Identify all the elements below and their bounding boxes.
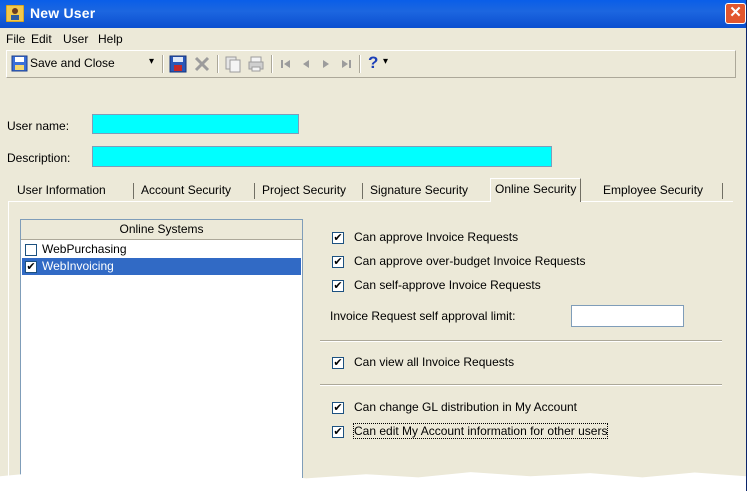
title-bar: New User ✕ (0, 0, 746, 28)
self-limit-label: Invoice Request self approval limit: (330, 309, 516, 323)
help-dropdown-icon[interactable]: ▾ (383, 56, 388, 67)
print-icon[interactable] (247, 54, 265, 74)
tab-project-security[interactable]: Project Security (258, 180, 350, 202)
tab-account-security[interactable]: Account Security (137, 180, 235, 202)
approve-label: Can approve Invoice Requests (354, 230, 519, 244)
save-and-close-button[interactable]: Save and Close ▾ (11, 54, 159, 74)
tab-online-security[interactable]: Online Security (490, 178, 582, 202)
tab-employee-security[interactable]: Employee Security (599, 180, 707, 202)
webpurchasing-label: WebPurchasing (42, 242, 127, 256)
edit-others-label: Can edit My Account information for othe… (352, 423, 609, 439)
chevron-down-icon[interactable]: ▾ (149, 56, 154, 67)
window-title: New User (30, 5, 96, 21)
online-systems-list[interactable]: Online Systems WebPurchasing ✔ WebInvoic… (20, 219, 303, 491)
user-name-input[interactable] (92, 114, 299, 134)
previous-record-icon[interactable] (298, 54, 314, 74)
menu-edit[interactable]: Edit (31, 32, 52, 46)
approve-checkbox[interactable]: ✔ (332, 232, 344, 244)
self-limit-input[interactable] (571, 305, 684, 327)
online-options: ✔ Can approve Invoice Requests ✔ Can app… (320, 219, 722, 491)
tab-signature-security[interactable]: Signature Security (366, 180, 472, 202)
toolbar: Save and Close ▾ ? ▾ (6, 50, 736, 78)
last-record-icon[interactable] (338, 54, 354, 74)
divider (320, 384, 722, 386)
change-gl-checkbox[interactable]: ✔ (332, 402, 344, 414)
save-icon[interactable] (169, 54, 187, 74)
menu-file[interactable]: File (6, 32, 25, 46)
first-record-icon[interactable] (278, 54, 294, 74)
online-systems-header: Online Systems (21, 220, 302, 240)
save-close-icon (11, 55, 28, 72)
view-all-checkbox[interactable]: ✔ (332, 357, 344, 369)
help-icon: ? (368, 53, 379, 72)
approve-over-budget-label: Can approve over-budget Invoice Requests (354, 254, 586, 268)
menu-help[interactable]: Help (98, 32, 123, 46)
delete-icon[interactable] (193, 54, 211, 74)
list-item-webpurchasing[interactable]: WebPurchasing (22, 241, 301, 258)
webinvoicing-label: WebInvoicing (42, 259, 114, 273)
webpurchasing-checkbox[interactable] (25, 244, 37, 256)
menu-bar: File Edit User Help (0, 28, 746, 48)
close-button[interactable]: ✕ (725, 3, 746, 24)
copy-icon[interactable] (224, 54, 242, 74)
description-input[interactable] (92, 146, 552, 167)
approve-over-budget-checkbox[interactable]: ✔ (332, 256, 344, 268)
help-button[interactable]: ? ▾ (366, 53, 396, 74)
edit-others-checkbox[interactable]: ✔ (332, 426, 344, 438)
menu-user[interactable]: User (63, 32, 88, 46)
user-app-icon (6, 5, 24, 22)
user-name-label: User name: (7, 119, 70, 133)
self-approve-checkbox[interactable]: ✔ (332, 280, 344, 292)
view-all-label: Can view all Invoice Requests (354, 355, 515, 369)
divider (320, 340, 722, 342)
list-item-webinvoicing[interactable]: ✔ WebInvoicing (22, 258, 301, 275)
new-user-window: New User ✕ File Edit User Help Save and … (0, 0, 747, 491)
next-record-icon[interactable] (318, 54, 334, 74)
tab-user-information[interactable]: User Information (13, 180, 110, 202)
description-label: Description: (7, 151, 71, 165)
webinvoicing-checkbox[interactable]: ✔ (25, 261, 37, 273)
change-gl-label: Can change GL distribution in My Account (354, 400, 578, 414)
self-approve-label: Can self-approve Invoice Requests (354, 278, 541, 292)
save-and-close-label: Save and Close (30, 56, 115, 70)
